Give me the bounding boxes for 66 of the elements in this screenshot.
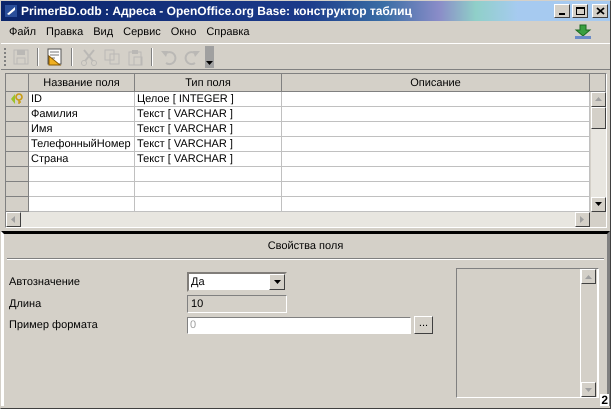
row-header[interactable] (6, 92, 29, 107)
row-header[interactable] (6, 122, 29, 137)
caret-icon (274, 280, 280, 284)
copy-icon (103, 48, 121, 66)
input-field[interactable]: 10 (187, 295, 287, 313)
caret-icon (206, 60, 213, 66)
input-field[interactable]: 0 (187, 316, 411, 334)
menu-item[interactable]: Файл (4, 24, 42, 40)
paste-icon (126, 48, 144, 66)
row-header[interactable] (6, 182, 29, 197)
arrow-left-icon (11, 216, 16, 223)
dropdown[interactable]: Да (187, 272, 287, 292)
window-title: PrimerBD.odb : Адреса - OpenOffice.org Base: конструктор таблиц (21, 4, 413, 18)
app-icon (4, 4, 18, 18)
save-icon (12, 48, 30, 66)
menu-item[interactable]: Вид (88, 24, 118, 40)
scroll-down-button[interactable] (591, 197, 606, 212)
maximize-button[interactable] (572, 4, 588, 18)
minimize-button[interactable] (554, 4, 570, 18)
table-cell: ТелефонныйНомер (29, 137, 135, 152)
arrow-right-icon (580, 216, 585, 223)
table-cell: Имя (29, 122, 135, 137)
toolbar-overflow-button[interactable] (205, 46, 214, 68)
scroll-up-button[interactable] (581, 269, 596, 284)
maximize-icon (574, 6, 586, 16)
field-label: Автозначение (9, 276, 82, 288)
corner-badge: 2 (600, 394, 609, 406)
table-cell: Текст [ VARCHAR ] (135, 137, 282, 152)
column-header[interactable]: Название поля (29, 74, 135, 92)
menu-item[interactable]: Правка (41, 24, 88, 40)
row-header[interactable] (6, 152, 29, 167)
browse-button[interactable]: ... (414, 316, 433, 334)
menu-item[interactable]: Сервис (118, 24, 166, 40)
table-cell: Текст [ VARCHAR ] (135, 152, 282, 167)
arrow-down-icon (585, 388, 592, 392)
table-cell: Целое [ INTEGER ] (135, 92, 282, 107)
menu-item[interactable]: Справка (201, 24, 255, 40)
column-header[interactable]: Описание (282, 74, 590, 92)
minimize-icon (559, 13, 565, 15)
arrow-down-icon (595, 202, 602, 207)
row-header[interactable] (6, 107, 29, 122)
table-cell: ID (29, 92, 135, 107)
panel-title: Свойства поля (7, 234, 604, 259)
download-icon (574, 24, 592, 40)
table-cell: Текст [ VARCHAR ] (135, 122, 282, 137)
table-cell: Страна (29, 152, 135, 167)
scroll-left-button[interactable] (6, 212, 21, 227)
scroll-down-button[interactable] (581, 382, 596, 397)
column-header[interactable]: Тип поля (135, 74, 282, 92)
scroll-thumb[interactable] (591, 107, 606, 129)
arrow-up-icon (595, 97, 602, 102)
close-icon (594, 6, 606, 16)
scroll-right-button[interactable] (575, 212, 590, 227)
field-label: Пример формата (9, 319, 99, 331)
ruler-document-icon (46, 48, 64, 66)
key-icon (10, 93, 24, 105)
cut-icon (80, 48, 98, 66)
scroll-up-button[interactable] (591, 92, 606, 107)
field-label: Длина (9, 298, 42, 310)
close-button[interactable] (592, 4, 608, 18)
arrow-up-icon (585, 274, 592, 278)
table-cell: Текст [ VARCHAR ] (135, 107, 282, 122)
table-cell: Фамилия (29, 107, 135, 122)
row-header[interactable] (6, 167, 29, 182)
menu-item[interactable]: Окно (166, 24, 202, 40)
row-header[interactable] (6, 137, 29, 152)
